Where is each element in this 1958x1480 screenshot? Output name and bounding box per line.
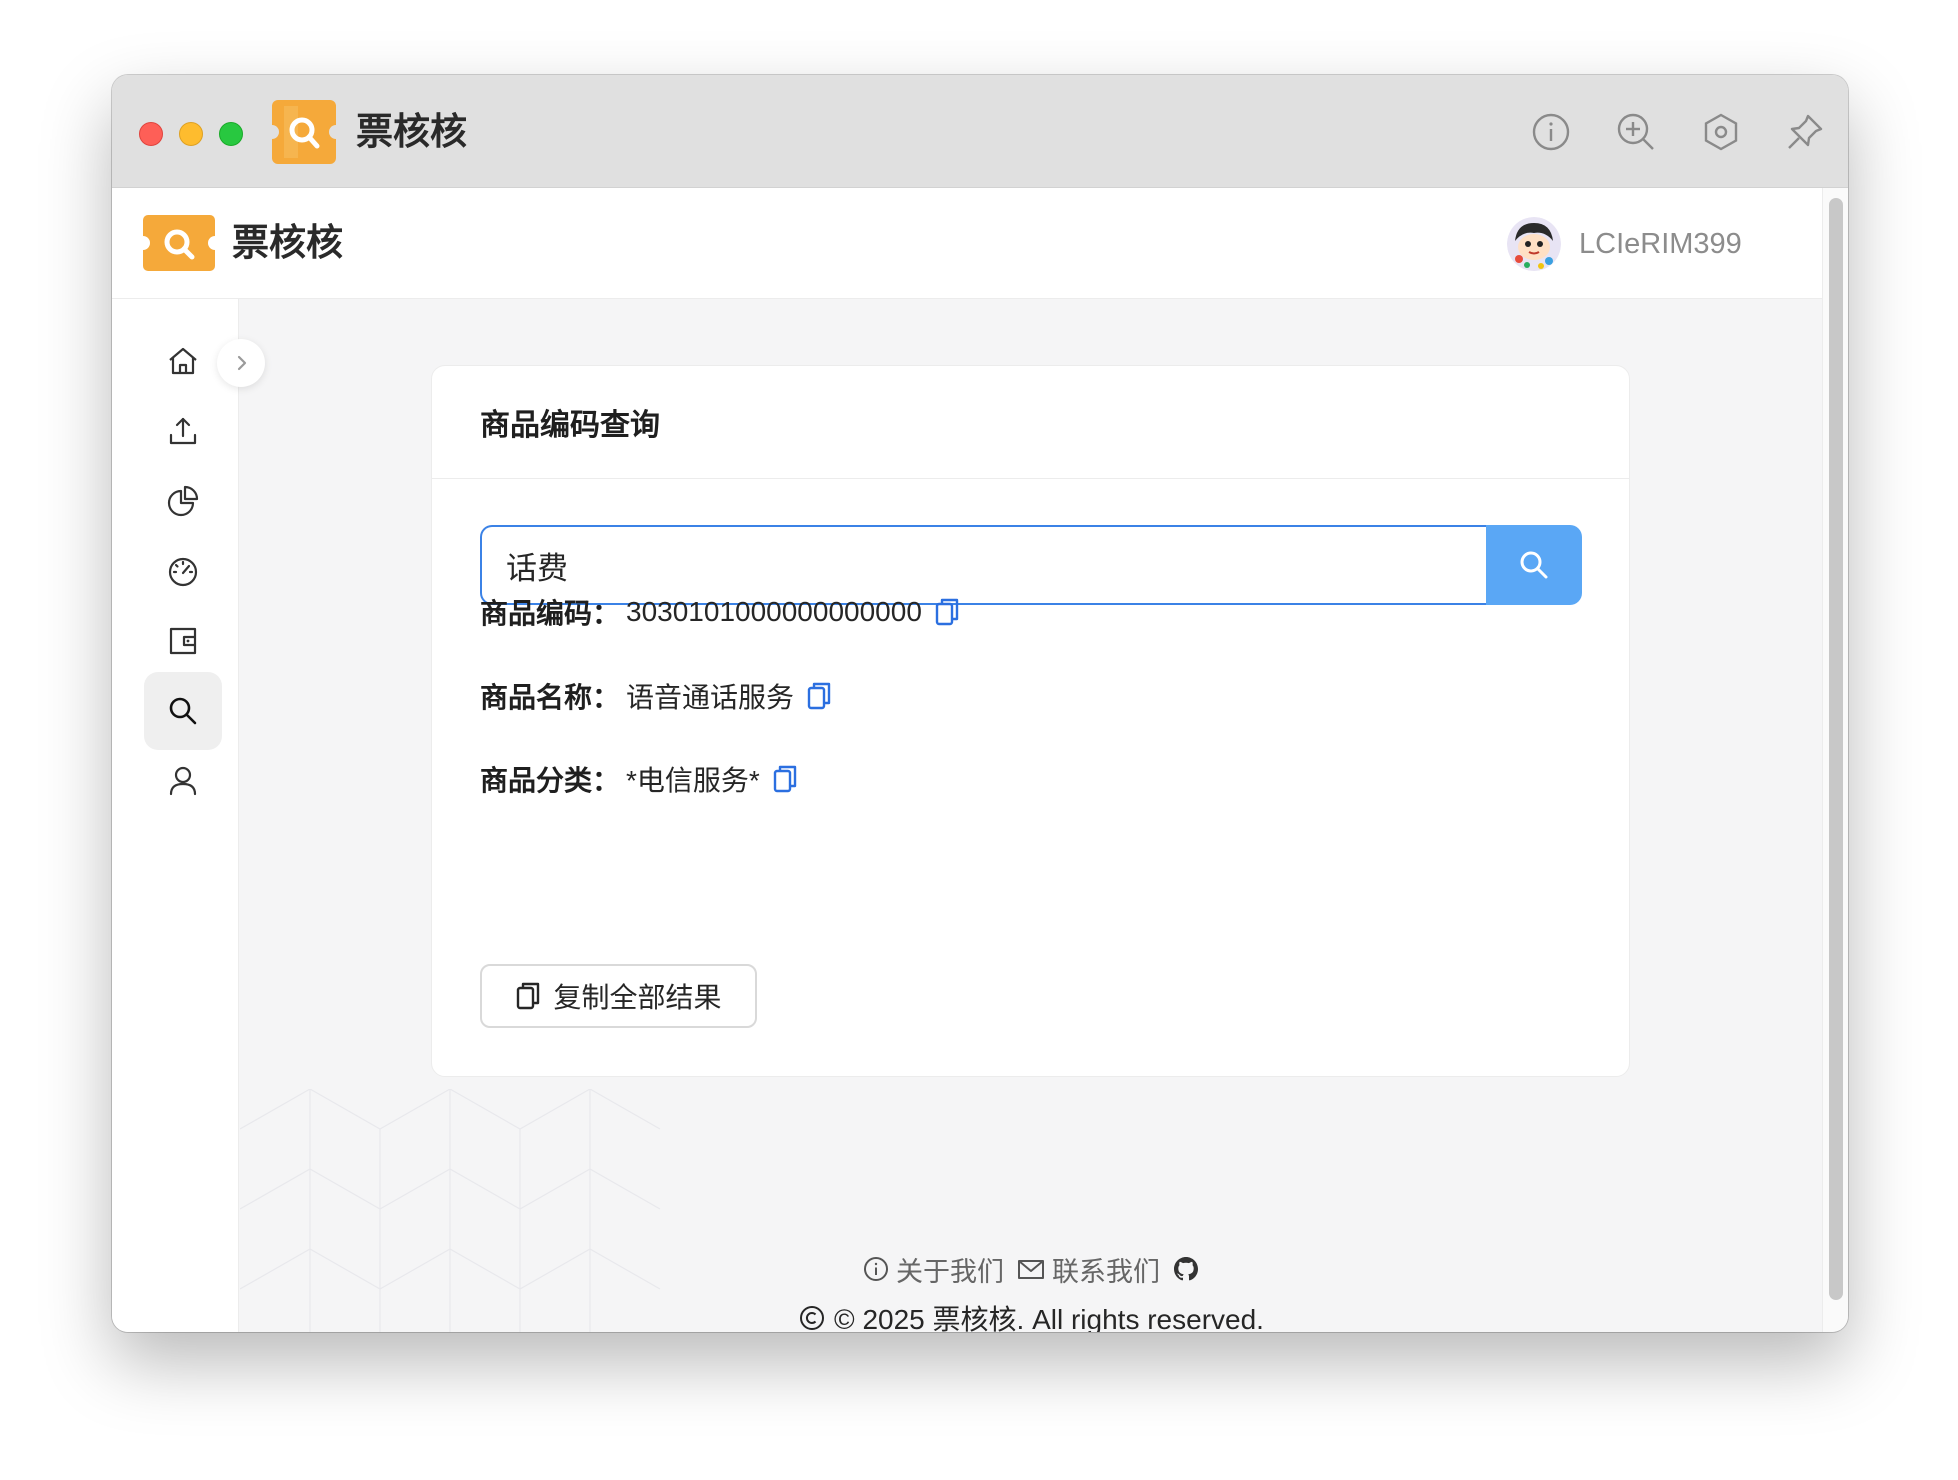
copyright-icon	[800, 1306, 825, 1330]
product-code-query-card: 商品编码查询 商品编码： 3030101000000000000	[431, 365, 1630, 1077]
avatar[interactable]	[1507, 217, 1561, 271]
search-icon	[1520, 551, 1548, 579]
background-pattern	[240, 1089, 661, 1332]
info-icon	[864, 1257, 888, 1281]
card-title: 商品编码查询	[480, 409, 660, 442]
footer-links: 关于我们 联系我们	[240, 1249, 1822, 1289]
result-label: 商品编码：	[480, 598, 621, 629]
sidebar-item-dashboard[interactable]	[144, 532, 222, 610]
pie-chart-icon	[167, 485, 199, 517]
copy-icon[interactable]	[806, 681, 832, 711]
main-content: 商品编码查询 商品编码： 3030101000000000000	[240, 299, 1822, 1332]
copyright: © 2025 票核核. All rights reserved.	[240, 1298, 1822, 1332]
sidebar-item-statistics[interactable]	[144, 462, 222, 540]
sidebar-toggle-button[interactable]	[217, 339, 265, 387]
zoom-in-icon[interactable]	[1614, 110, 1658, 154]
settings-icon[interactable]	[1699, 110, 1743, 154]
wallet-icon	[169, 627, 197, 655]
scrollbar-thumb[interactable]	[1829, 198, 1843, 1300]
user-icon	[169, 766, 197, 796]
sidebar-item-wallet[interactable]	[144, 602, 222, 680]
home-icon	[169, 347, 197, 375]
search-button[interactable]	[1486, 525, 1582, 605]
chevron-right-icon	[237, 355, 247, 371]
search-icon	[169, 697, 197, 725]
contact-label: 联系我们	[1052, 1256, 1160, 1287]
about-label: 关于我们	[896, 1256, 1004, 1287]
result-name: 商品名称： 语音通话服务	[480, 671, 832, 721]
github-link[interactable]	[1172, 1255, 1200, 1283]
copy-icon[interactable]	[934, 597, 960, 627]
app-logo-icon	[272, 100, 336, 164]
app-header: 票核核 LCIeRIM399	[112, 188, 1822, 299]
contact-link[interactable]: 联系我们	[1016, 1250, 1160, 1289]
copy-all-label: 复制全部结果	[553, 982, 722, 1013]
sidebar	[112, 299, 239, 1332]
sidebar-item-user[interactable]	[144, 742, 222, 820]
sidebar-item-upload[interactable]	[144, 392, 222, 470]
result-value: *电信服务*	[626, 765, 760, 796]
brand-logo-icon[interactable]	[143, 215, 215, 271]
copy-icon[interactable]	[772, 764, 798, 794]
sidebar-item-search[interactable]	[144, 672, 222, 750]
upload-icon	[169, 417, 197, 445]
info-icon[interactable]	[1529, 110, 1573, 154]
result-label: 商品名称：	[480, 682, 621, 713]
sidebar-item-home[interactable]	[144, 322, 222, 400]
copy-all-button[interactable]: 复制全部结果	[480, 964, 757, 1028]
copy-icon	[517, 982, 540, 1010]
maximize-window-button[interactable]	[219, 122, 243, 146]
window-title: 票核核	[356, 111, 467, 152]
result-category: 商品分类： *电信服务*	[480, 754, 798, 804]
github-icon	[1174, 1257, 1198, 1281]
card-header: 商品编码查询	[432, 366, 1629, 479]
scrollbar[interactable]	[1822, 188, 1848, 1332]
app-window: 票核核 票核核 LCIeRIM399 商品编码查询 话费 商品编码： 30301…	[112, 75, 1848, 1332]
title-bar: 票核核	[112, 75, 1848, 188]
mail-icon	[1018, 1260, 1044, 1279]
pin-icon[interactable]	[1783, 110, 1827, 154]
username[interactable]: LCIeRIM399	[1579, 222, 1742, 266]
minimize-window-button[interactable]	[179, 122, 203, 146]
result-code: 商品编码： 3030101000000000000	[480, 587, 960, 637]
gauge-icon	[168, 557, 198, 587]
result-label: 商品分类：	[480, 765, 621, 796]
copyright-text: © 2025 票核核. All rights reserved.	[834, 1304, 1264, 1332]
result-value: 语音通话服务	[626, 682, 795, 713]
close-window-button[interactable]	[139, 122, 163, 146]
result-value: 3030101000000000000	[626, 596, 922, 627]
about-link[interactable]: 关于我们	[862, 1250, 1004, 1289]
brand-name[interactable]: 票核核	[232, 216, 343, 270]
